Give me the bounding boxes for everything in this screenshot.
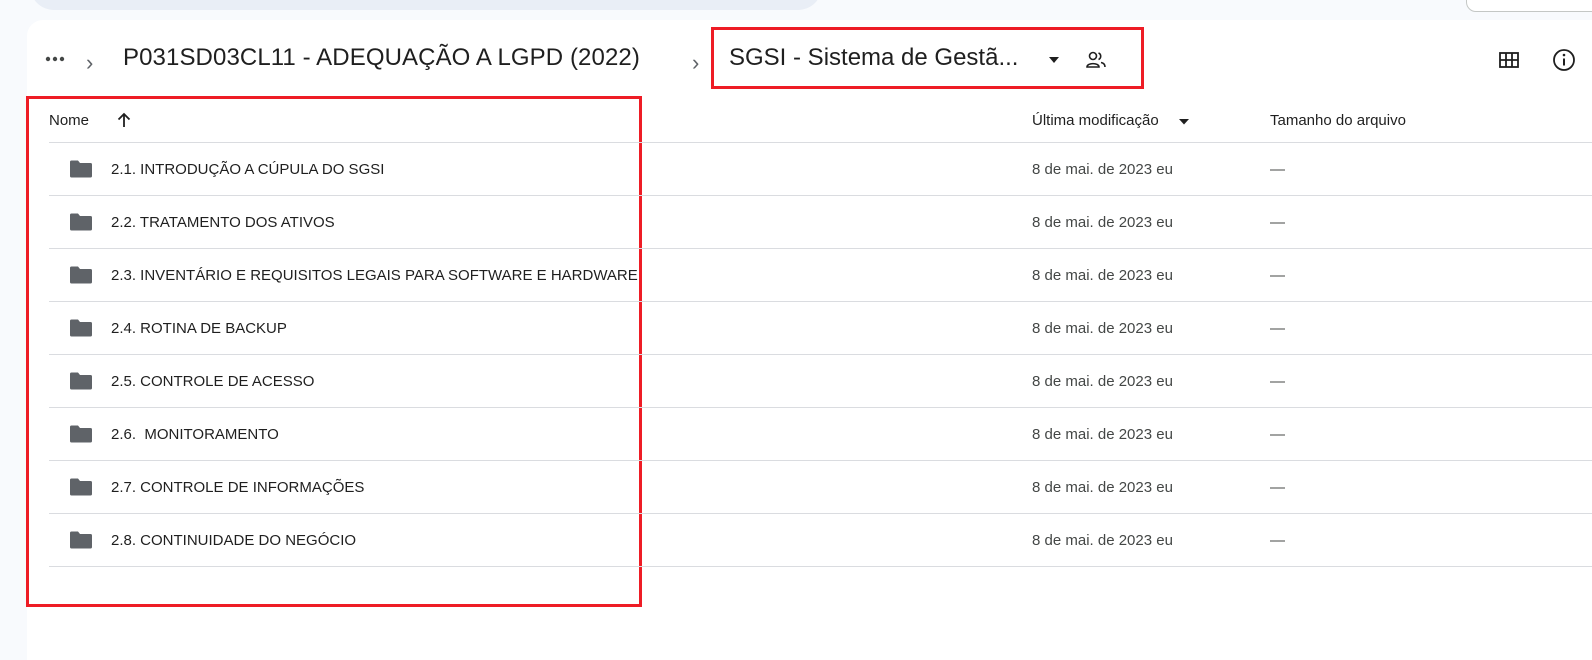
last-modified: 8 de mai. de 2023 eu <box>1032 532 1173 549</box>
table-row[interactable]: 2.4. ROTINA DE BACKUP 8 de mai. de 2023 … <box>49 302 1592 355</box>
info-icon[interactable] <box>1551 47 1577 73</box>
file-size: — <box>1270 320 1285 337</box>
more-horiz-icon[interactable] <box>45 56 65 62</box>
file-size: — <box>1270 267 1285 284</box>
chevron-right-icon: › <box>692 50 700 75</box>
folder-icon <box>70 372 92 390</box>
table-row[interactable]: 2.1. INTRODUÇÃO A CÚPULA DO SGSI 8 de ma… <box>49 143 1592 196</box>
last-modified: 8 de mai. de 2023 eu <box>1032 267 1173 284</box>
file-name: 2.1. INTRODUÇÃO A CÚPULA DO SGSI <box>111 161 385 178</box>
file-size: — <box>1270 214 1285 231</box>
grid-view-icon[interactable] <box>1498 50 1520 70</box>
folder-icon <box>70 319 92 337</box>
top-right-button-edge[interactable] <box>1466 0 1592 12</box>
folder-icon <box>70 266 92 284</box>
chevron-right-icon: › <box>86 50 94 75</box>
shared-people-icon[interactable] <box>1085 50 1107 70</box>
file-name: 2.5. CONTROLE DE ACESSO <box>111 373 315 390</box>
file-name: 2.2. TRATAMENTO DOS ATIVOS <box>111 214 335 231</box>
arrow-drop-down-icon[interactable] <box>1178 118 1190 125</box>
search-bar-edge[interactable] <box>30 0 822 10</box>
file-size: — <box>1270 426 1285 443</box>
table-row[interactable]: 2.8. CONTINUIDADE DO NEGÓCIO 8 de mai. d… <box>49 514 1592 567</box>
table-row[interactable]: 2.7. CONTROLE DE INFORMAÇÕES 8 de mai. d… <box>49 461 1592 514</box>
breadcrumb-current-folder[interactable]: SGSI - Sistema de Gestã... <box>729 44 1018 72</box>
folder-icon <box>70 213 92 231</box>
last-modified: 8 de mai. de 2023 eu <box>1032 320 1173 337</box>
last-modified: 8 de mai. de 2023 eu <box>1032 214 1173 231</box>
folder-icon <box>70 531 92 549</box>
folder-icon <box>70 160 92 178</box>
file-name: 2.3. INVENTÁRIO E REQUISITOS LEGAIS PARA… <box>111 267 638 284</box>
folder-icon <box>70 425 92 443</box>
arrow-upward-icon[interactable] <box>116 111 132 129</box>
table-row[interactable]: 2.5. CONTROLE DE ACESSO 8 de mai. de 202… <box>49 355 1592 408</box>
file-size: — <box>1270 479 1285 496</box>
column-header-size[interactable]: Tamanho do arquivo <box>1270 112 1406 129</box>
file-name: 2.8. CONTINUIDADE DO NEGÓCIO <box>111 532 357 549</box>
table-row[interactable]: 2.6. MONITORAMENTO 8 de mai. de 2023 eu … <box>49 408 1592 461</box>
column-header-name[interactable]: Nome <box>49 112 89 129</box>
column-header-modified[interactable]: Última modificação <box>1032 112 1159 129</box>
table-row[interactable]: 2.2. TRATAMENTO DOS ATIVOS 8 de mai. de … <box>49 196 1592 249</box>
folder-icon <box>70 478 92 496</box>
last-modified: 8 de mai. de 2023 eu <box>1032 426 1173 443</box>
breadcrumb-parent-folder[interactable]: P031SD03CL11 - ADEQUAÇÃO A LGPD (2022) <box>123 44 640 72</box>
last-modified: 8 de mai. de 2023 eu <box>1032 479 1173 496</box>
file-size: — <box>1270 373 1285 390</box>
divider <box>49 566 1592 567</box>
file-name: 2.6. MONITORAMENTO <box>111 426 279 443</box>
file-size: — <box>1270 161 1285 178</box>
file-size: — <box>1270 532 1285 549</box>
last-modified: 8 de mai. de 2023 eu <box>1032 373 1173 390</box>
file-name: 2.7. CONTROLE DE INFORMAÇÕES <box>111 479 365 496</box>
table-row[interactable]: 2.3. INVENTÁRIO E REQUISITOS LEGAIS PARA… <box>49 249 1592 302</box>
last-modified: 8 de mai. de 2023 eu <box>1032 161 1173 178</box>
file-name: 2.4. ROTINA DE BACKUP <box>111 320 287 337</box>
arrow-drop-down-icon[interactable] <box>1047 56 1061 64</box>
